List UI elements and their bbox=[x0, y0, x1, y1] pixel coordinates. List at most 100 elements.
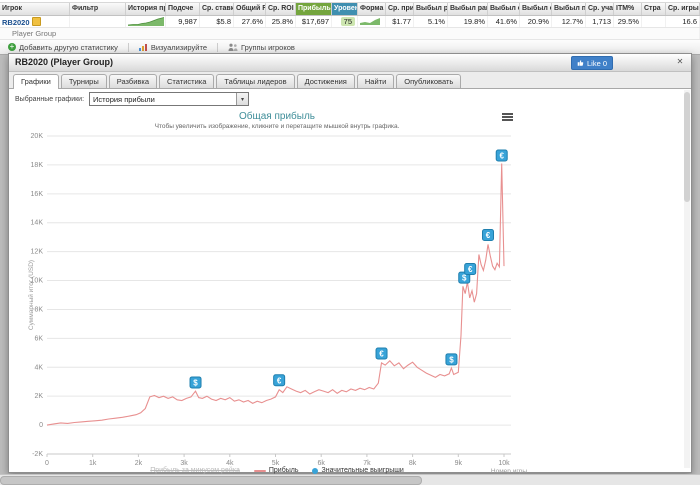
svg-text:6K: 6K bbox=[34, 335, 43, 342]
col-header-avg-stake[interactable]: Ср. ставка bbox=[200, 3, 234, 15]
page-horizontal-scrollbar[interactable] bbox=[0, 474, 700, 485]
col-header-avg-profit[interactable]: Ср. приб bbox=[386, 3, 414, 15]
tab-breakdown[interactable]: Разбивка bbox=[108, 74, 158, 88]
svg-text:€: € bbox=[379, 350, 384, 359]
col-header-bust-mid[interactable]: Выбыл сре bbox=[488, 3, 520, 15]
tab-graphs[interactable]: Графики bbox=[13, 74, 59, 89]
legend-item-significant-wins[interactable]: Значительные выигрыши bbox=[312, 467, 404, 474]
col-header-profit[interactable]: Прибыль bbox=[296, 3, 332, 15]
col-header-total-roi[interactable]: Общий ROI bbox=[234, 3, 266, 15]
svg-text:16K: 16K bbox=[31, 191, 44, 198]
count-value: 9,987 bbox=[166, 16, 200, 27]
bust-early-mid-value: 19.8% bbox=[448, 16, 488, 27]
graph-select[interactable]: История прибыли bbox=[89, 92, 250, 106]
legend-significant-wins-label: Значительные выигрыши bbox=[321, 467, 404, 474]
bust-early-value: 5.1% bbox=[414, 16, 448, 27]
chart-icon bbox=[138, 44, 147, 51]
panel-header: RB2020 (Player Group) Like 0 ✕ bbox=[9, 54, 691, 72]
level-value: 75 bbox=[332, 16, 358, 27]
svg-text:$: $ bbox=[449, 355, 454, 364]
svg-text:-2K: -2K bbox=[32, 451, 43, 458]
graph-controls: Выбранные графики: История прибыли bbox=[9, 89, 691, 109]
chart-subtitle: Чтобы увеличить изображение, кликните и … bbox=[154, 123, 400, 130]
tab-statistics[interactable]: Статистика bbox=[159, 74, 215, 88]
avg-roi-value: 25.8% bbox=[266, 16, 296, 27]
col-header-bust-late[interactable]: Выбыл позд bbox=[552, 3, 586, 15]
tab-achievements[interactable]: Достижения bbox=[296, 74, 355, 88]
avg-entrants-value: 1,713 bbox=[586, 16, 614, 27]
panel-scrollbar[interactable] bbox=[684, 90, 690, 468]
svg-text:18K: 18K bbox=[31, 162, 44, 169]
player-badge-icon bbox=[31, 17, 41, 26]
svg-text:3k: 3k bbox=[180, 460, 188, 467]
close-icon[interactable]: ✕ bbox=[674, 56, 686, 68]
legend-item-profit[interactable]: Прибыль bbox=[253, 467, 299, 474]
graph-select-value: История прибыли bbox=[93, 94, 155, 104]
facebook-like-button[interactable]: Like 0 bbox=[570, 56, 613, 70]
tab-publish[interactable]: Опубликовать bbox=[396, 74, 462, 88]
significant-win-marker[interactable]: € bbox=[464, 262, 477, 275]
scrollbar-thumb[interactable] bbox=[684, 92, 690, 202]
tab-tournaments[interactable]: Турниры bbox=[60, 74, 107, 88]
toolbar-divider bbox=[127, 42, 129, 52]
svg-text:4k: 4k bbox=[226, 460, 234, 467]
svg-text:4K: 4K bbox=[34, 364, 43, 371]
chart-title: Общая прибыль bbox=[238, 111, 315, 122]
significant-win-marker[interactable]: € bbox=[273, 374, 286, 387]
col-header-count[interactable]: Подсче bbox=[166, 3, 200, 15]
svg-text:14K: 14K bbox=[31, 220, 44, 227]
col-header-bust-mid2[interactable]: Выбыл сре bbox=[520, 3, 552, 15]
stats-toolbar: Добавить другую статистику Визуализируйт… bbox=[0, 40, 700, 54]
legend-profit-label: Прибыль bbox=[268, 467, 299, 474]
filter-cell bbox=[70, 16, 126, 27]
add-statistic-button[interactable]: Добавить другую статистику bbox=[8, 43, 118, 52]
col-header-filter[interactable]: Фильтр bbox=[70, 3, 126, 15]
significant-win-marker[interactable]: € bbox=[482, 229, 495, 242]
col-header-avg-roi[interactable]: Ср. ROI bbox=[266, 3, 296, 15]
significant-win-marker[interactable]: € bbox=[375, 347, 388, 360]
y-axis-title: Суммарный итог (USD) bbox=[27, 260, 35, 330]
col-header-itm[interactable]: ITM% bbox=[614, 3, 642, 15]
player-row[interactable]: RB2020 9,987 $5.8 27.6% 25.8% $17,697 75 bbox=[0, 16, 700, 28]
col-header-profit-history[interactable]: История приб bbox=[126, 3, 166, 15]
svg-text:1k: 1k bbox=[89, 460, 97, 467]
col-header-avg-games[interactable]: Ср. игры bbox=[666, 3, 700, 15]
people-icon bbox=[228, 43, 238, 51]
col-header-form[interactable]: Форма bbox=[358, 3, 386, 15]
col-header-bust-early[interactable]: Выбыл рано bbox=[414, 3, 448, 15]
player-groups-button[interactable]: Группы игроков bbox=[228, 43, 295, 52]
svg-text:€: € bbox=[468, 265, 473, 274]
line-swatch-icon bbox=[253, 469, 266, 472]
tab-find[interactable]: Найти bbox=[356, 74, 395, 88]
svg-text:$: $ bbox=[193, 378, 198, 387]
col-header-avg-entrants[interactable]: Ср. уча bbox=[586, 3, 614, 15]
svg-text:0: 0 bbox=[39, 422, 43, 429]
avg-profit-value: $1.77 bbox=[386, 16, 414, 27]
toolbar-divider bbox=[217, 42, 218, 52]
col-header-country[interactable]: Стра bbox=[642, 3, 666, 15]
scrollbar-thumb[interactable] bbox=[0, 476, 422, 485]
player-group-label: Player Group bbox=[0, 28, 700, 39]
panel-tabs: Графики Турниры Разбивка Статистика Табл… bbox=[9, 72, 691, 89]
svg-text:10k: 10k bbox=[498, 460, 510, 467]
significant-win-marker[interactable]: € bbox=[495, 149, 508, 162]
profit-chart-plot[interactable]: -2K02K4K6K8K10K12K14K16K18K20K0 1k 2k 3k 4k 5… bbox=[27, 132, 527, 470]
profit-history-sparkline bbox=[128, 17, 164, 26]
visualize-button[interactable]: Визуализируйте bbox=[138, 43, 207, 52]
svg-text:8k: 8k bbox=[409, 460, 417, 467]
player-group-row[interactable]: Player Group bbox=[0, 28, 700, 40]
svg-text:8K: 8K bbox=[34, 306, 43, 313]
legend-item-net-profit[interactable]: Прибыль за минусом рейка bbox=[150, 467, 240, 474]
form-cell bbox=[358, 16, 386, 27]
stats-table: Игрок Фильтр История приб Подсче Ср. ста… bbox=[0, 2, 700, 40]
profit-history-cell bbox=[126, 16, 166, 27]
col-header-level[interactable]: Уровень bbox=[332, 3, 358, 15]
player-name-link[interactable]: RB2020 bbox=[2, 18, 30, 27]
col-header-player[interactable]: Игрок bbox=[0, 3, 70, 15]
tab-leaderboards[interactable]: Таблицы лидеров bbox=[216, 74, 295, 88]
significant-win-marker[interactable]: $ bbox=[445, 353, 458, 366]
significant-win-marker[interactable]: $ bbox=[189, 376, 202, 389]
app-window: Игрок Фильтр История приб Подсче Ср. ста… bbox=[0, 0, 700, 485]
col-header-bust-early-mid[interactable]: Выбыл рано/сре bbox=[448, 3, 488, 15]
chart-menu-icon[interactable] bbox=[502, 113, 513, 122]
